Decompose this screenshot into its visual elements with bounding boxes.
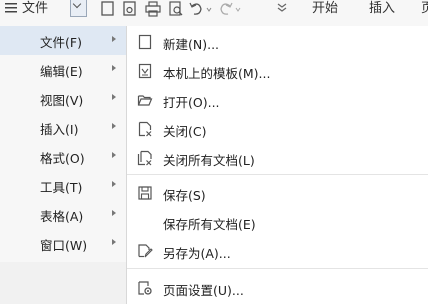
- submenu-arrow-icon: [112, 36, 116, 42]
- menu-item-insert[interactable]: 插入(I): [0, 113, 126, 142]
- undo-icon[interactable]: [188, 1, 214, 17]
- submenu-item-label: 保存(S): [163, 188, 206, 203]
- menu-item-table[interactable]: 表格(A): [0, 200, 126, 229]
- menu-item-label: 窗口(W): [40, 238, 88, 253]
- submenu-item-label: 新建(N)...: [163, 37, 220, 52]
- submenu-item-label: 本机上的模板(M)...: [163, 66, 271, 81]
- customize-toolbar-icon[interactable]: [277, 2, 287, 14]
- menu-item-file[interactable]: 文件(F): [0, 26, 126, 55]
- template-toolbar-icon[interactable]: [122, 1, 138, 17]
- menu-separator: [127, 174, 428, 175]
- menu-item-view[interactable]: 视图(V): [0, 84, 126, 113]
- main-menu: 文件(F) 编辑(E) 视图(V) 插入(I) 格式(O) 工具(T) 表格(A…: [0, 26, 127, 262]
- submenu-item-new[interactable]: 新建(N)...: [127, 28, 428, 56]
- submenu-item-label: 页面设置(U)...: [163, 283, 244, 298]
- file-menu-button[interactable]: 文件: [22, 0, 48, 18]
- submenu-item-save-all[interactable]: 保存所有文档(E): [127, 208, 428, 236]
- menu-item-label: 工具(T): [40, 180, 83, 195]
- submenu-item-close[interactable]: 关闭(C): [127, 115, 428, 143]
- page-setup-icon: [138, 281, 152, 295]
- tab-start[interactable]: 开始: [312, 0, 338, 18]
- submenu-item-template[interactable]: 本机上的模板(M)...: [127, 57, 428, 85]
- menu-bottom-area: [0, 262, 126, 304]
- menu-item-tools[interactable]: 工具(T): [0, 171, 126, 200]
- submenu-item-label: 关闭所有文档(L): [163, 153, 255, 168]
- file-submenu: 新建(N)... 本机上的模板(M)... 打开(O)... 关闭(C) 关闭所…: [126, 26, 428, 304]
- menu-item-label: 插入(I): [40, 122, 79, 137]
- submenu-arrow-icon: [112, 65, 116, 71]
- save-icon: [138, 186, 152, 200]
- submenu-item-save[interactable]: 保存(S): [127, 179, 428, 207]
- menu-item-format[interactable]: 格式(O): [0, 142, 126, 171]
- menu-item-label: 编辑(E): [40, 64, 83, 79]
- menu-separator: [127, 268, 428, 269]
- menu-item-label: 文件(F): [40, 35, 82, 50]
- toolbar: 文件 开始 插入 页: [0, 0, 428, 27]
- submenu-arrow-icon: [112, 239, 116, 245]
- submenu-arrow-icon: [112, 181, 116, 187]
- hamburger-icon[interactable]: [5, 3, 17, 13]
- submenu-arrow-icon: [112, 123, 116, 129]
- submenu-arrow-icon: [112, 210, 116, 216]
- menu-item-edit[interactable]: 编辑(E): [0, 55, 126, 84]
- submenu-item-save-as[interactable]: 另存为(A)...: [127, 237, 428, 265]
- submenu-item-label: 关闭(C): [163, 124, 207, 139]
- close-all-docs-icon: [137, 150, 152, 166]
- menu-item-label: 视图(V): [40, 93, 84, 108]
- submenu-item-label: 保存所有文档(E): [163, 217, 256, 232]
- submenu-arrow-icon: [112, 94, 116, 100]
- menu-item-label: 表格(A): [40, 209, 84, 224]
- submenu-arrow-icon: [112, 152, 116, 158]
- tab-more[interactable]: 页: [421, 0, 428, 18]
- menu-item-window[interactable]: 窗口(W): [0, 229, 126, 258]
- save-as-icon: [138, 244, 153, 258]
- new-doc-icon: [138, 34, 152, 50]
- submenu-item-open[interactable]: 打开(O)...: [127, 86, 428, 114]
- print-icon[interactable]: [145, 1, 161, 17]
- new-doc-toolbar-icon[interactable]: [100, 1, 116, 17]
- menu-item-label: 格式(O): [40, 151, 85, 166]
- template-icon: [138, 63, 152, 79]
- file-menu-dropdown-button[interactable]: [70, 0, 87, 17]
- close-doc-icon: [138, 121, 152, 137]
- print-preview-icon[interactable]: [168, 1, 184, 17]
- folder-open-icon: [137, 95, 153, 106]
- tab-insert[interactable]: 插入: [369, 0, 395, 18]
- chevron-down-icon: [72, 0, 82, 9]
- submenu-item-label: 另存为(A)...: [163, 246, 231, 261]
- redo-icon[interactable]: [218, 1, 244, 17]
- submenu-item-close-all[interactable]: 关闭所有文档(L): [127, 144, 428, 172]
- submenu-item-label: 打开(O)...: [163, 95, 220, 110]
- submenu-item-page-setup[interactable]: 页面设置(U)...: [127, 274, 428, 302]
